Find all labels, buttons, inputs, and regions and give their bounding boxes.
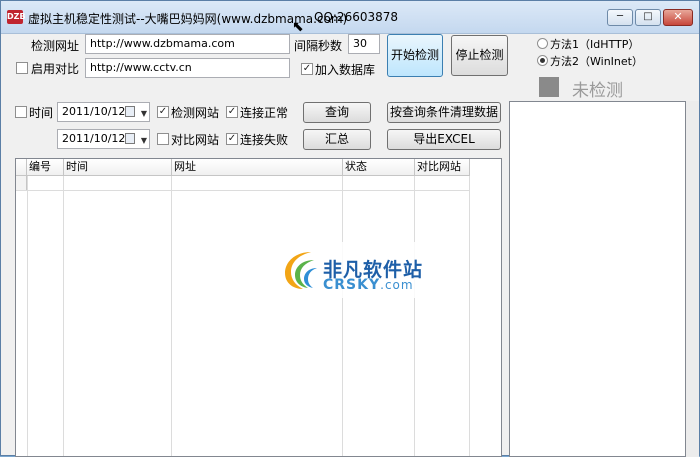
column-divider: [469, 176, 470, 456]
connect-ok-label: 连接正常: [240, 106, 289, 120]
column-divider: [171, 176, 172, 456]
date-to-picker[interactable]: 2011/10/12 ▼: [57, 129, 150, 149]
column-header-url[interactable]: 网址: [172, 159, 343, 176]
minimize-button[interactable]: ─: [607, 9, 633, 26]
calendar-icon: [125, 106, 135, 117]
check-url-label: 检测网址: [31, 39, 80, 53]
interval-label: 间隔秒数: [294, 39, 343, 53]
column-divider: [27, 176, 28, 456]
column-divider: [63, 176, 64, 456]
date-from-picker[interactable]: 2011/10/12 ▼: [57, 102, 150, 122]
interval-input[interactable]: 30: [348, 34, 380, 54]
mouse-cursor-icon: ⬉: [292, 19, 304, 35]
check-site-checkbox[interactable]: ✓: [157, 106, 169, 118]
start-check-button[interactable]: 开始检测: [387, 34, 443, 77]
method1-radio[interactable]: [537, 38, 548, 49]
method1-label: 方法1（IdHTTP）: [550, 38, 640, 51]
maximize-button[interactable]: □: [635, 9, 661, 26]
compare-url-input[interactable]: http://www.cctv.cn: [85, 58, 290, 78]
column-header-time[interactable]: 时间: [64, 159, 172, 176]
log-panel[interactable]: [509, 101, 686, 457]
status-text: 未检测: [572, 81, 623, 101]
add-db-checkbox[interactable]: ✓: [301, 63, 313, 75]
table-row: [16, 190, 470, 191]
app-window: DZB 虚拟主机稳定性测试--大嘴巴妈妈网(www.dzbmama.com) Q…: [0, 0, 700, 457]
time-filter-checkbox[interactable]: [15, 106, 27, 118]
row-selector[interactable]: [16, 176, 27, 191]
column-header-status[interactable]: 状态: [343, 159, 415, 176]
method2-radio[interactable]: [537, 55, 548, 66]
date-to-value: 2011/10/12: [62, 132, 126, 145]
compare-site-label: 对比网站: [171, 133, 220, 147]
column-header-id[interactable]: 编号: [27, 159, 64, 176]
export-excel-button[interactable]: 导出EXCEL: [387, 129, 501, 150]
summary-button[interactable]: 汇总: [303, 129, 371, 150]
column-divider: [342, 176, 343, 456]
results-table[interactable]: 编号 时间 网址 状态 对比网站: [15, 158, 502, 457]
table-header: 编号 时间 网址 状态 对比网站: [16, 159, 501, 176]
window-title-qq: QQ:26603878: [314, 10, 399, 24]
enable-compare-label: 启用对比: [31, 62, 80, 76]
connect-fail-checkbox[interactable]: ✓: [226, 133, 238, 145]
add-db-label: 加入数据库: [315, 63, 376, 77]
stop-check-button[interactable]: 停止检测: [451, 35, 508, 76]
connect-fail-label: 连接失败: [240, 133, 289, 147]
column-header-compare-site[interactable]: 对比网站: [415, 159, 470, 176]
crsky-logo-icon: [285, 252, 317, 289]
query-button[interactable]: 查询: [303, 102, 371, 123]
window-edge: [686, 101, 699, 457]
enable-compare-checkbox[interactable]: [16, 62, 28, 74]
clear-data-button[interactable]: 按查询条件清理数据: [387, 102, 501, 123]
watermark: 非凡软件站 CRSKY.com: [277, 242, 423, 298]
check-url-input[interactable]: http://www.dzbmama.com: [85, 34, 290, 54]
calendar-icon: [125, 133, 135, 144]
column-divider: [414, 176, 415, 456]
connect-ok-checkbox[interactable]: ✓: [226, 106, 238, 118]
app-icon: DZB: [7, 10, 26, 24]
header-corner: [16, 159, 27, 176]
title-bar: DZB 虚拟主机稳定性测试--大嘴巴妈妈网(www.dzbmama.com) Q…: [1, 1, 699, 35]
watermark-en-text: CRSKY.com: [323, 277, 414, 293]
chevron-down-icon: ▼: [140, 109, 147, 118]
close-button[interactable]: ✕: [663, 9, 693, 26]
check-site-label: 检测网站: [171, 106, 220, 120]
compare-site-checkbox[interactable]: [157, 133, 169, 145]
time-filter-label: 时间: [29, 106, 54, 120]
status-indicator: [539, 77, 559, 97]
method2-label: 方法2（WinInet）: [550, 55, 643, 68]
chevron-down-icon: ▼: [140, 136, 147, 145]
date-from-value: 2011/10/12: [62, 105, 126, 118]
